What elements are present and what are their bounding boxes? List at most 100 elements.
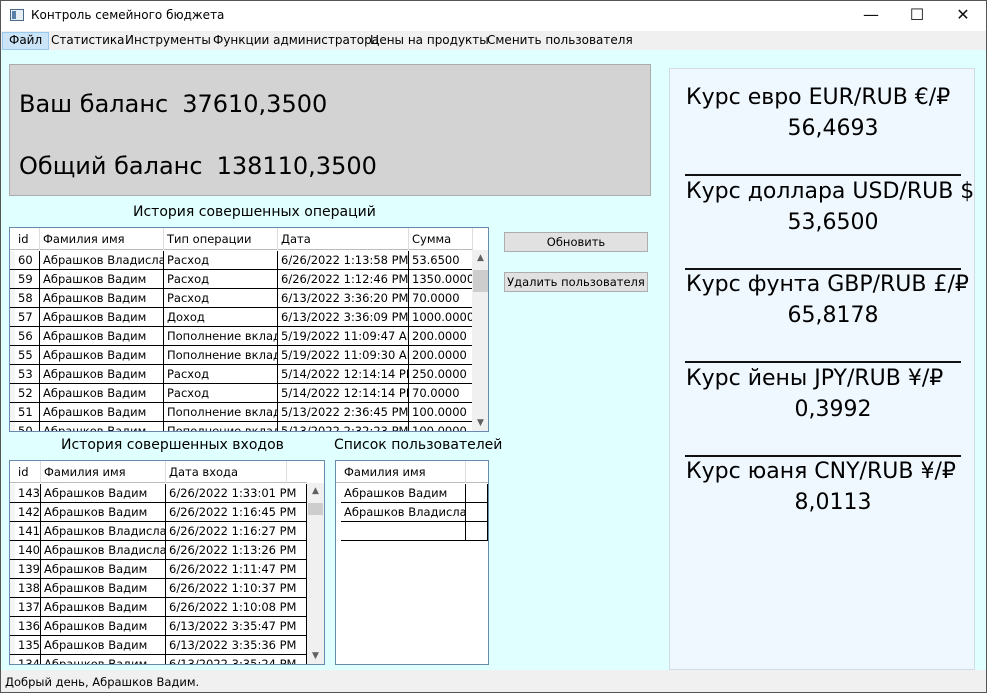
- scroll-up-icon[interactable]: ▲: [472, 250, 488, 267]
- rate-value: 56,4693: [787, 116, 879, 141]
- app-window: Контроль семейного бюджета — ☐ ✕ Файл Ст…: [0, 0, 987, 693]
- cell-login-date: 6/26/2022 1:13:26 PM: [166, 541, 307, 560]
- cell-name: Абрашков Вадим: [40, 403, 164, 422]
- rate-value: 8,0113: [794, 490, 872, 515]
- cell-date: 5/19/2022 11:09:47 AM: [278, 327, 409, 346]
- cell-operation-type: Пополнение вклада: [164, 422, 278, 431]
- delete-user-button[interactable]: Удалить пользователя: [504, 272, 648, 292]
- cell-amount: 1350.0000: [409, 270, 473, 289]
- table-row[interactable]: 57 Абрашков Вадим Доход 6/13/2022 3:36:09 P…: [10, 308, 473, 327]
- window-title: Контроль семейного бюджета: [31, 8, 225, 22]
- table-row[interactable]: 136 Абрашков Вадим 6/13/2022 3:35:47 PM: [10, 617, 307, 636]
- table-row[interactable]: 58 Абрашков Вадим Расход 6/13/2022 3:36:20 …: [10, 289, 473, 308]
- logins-scrollbar[interactable]: ▲ ▼: [307, 483, 324, 664]
- table-row[interactable]: 59 Абрашков Вадим Расход 6/26/2022 1:12:46 …: [10, 270, 473, 289]
- cell-date: 5/19/2022 11:09:30 AM: [278, 346, 409, 365]
- menu-product-prices[interactable]: Цены на продукты: [364, 32, 495, 50]
- cell-name: Абрашков Владислав: [40, 251, 164, 270]
- table-row[interactable]: 141 Абрашков Владислав 6/26/2022 1:16:27 P…: [10, 522, 307, 541]
- column-header-type[interactable]: Тип операции: [164, 228, 278, 250]
- cell-id: 53: [15, 365, 40, 384]
- app-icon: [10, 9, 24, 21]
- rate-separator: [685, 267, 961, 270]
- scroll-down-icon[interactable]: ▼: [307, 648, 324, 664]
- cell-name: Абрашков Владислав: [341, 503, 466, 522]
- column-header-name[interactable]: Фамилия имя: [40, 228, 164, 250]
- table-row[interactable]: Абрашков Вадим: [336, 484, 488, 503]
- logins-title: История совершенных входов: [61, 437, 284, 453]
- maximize-icon[interactable]: ☐: [894, 1, 940, 31]
- column-header-amount[interactable]: Сумма: [409, 228, 473, 250]
- table-row[interactable]: 140 Абрашков Владислав 6/26/2022 1:13:26 P…: [10, 541, 307, 560]
- cell-amount: 200.0000: [409, 346, 473, 365]
- minimize-icon[interactable]: —: [848, 1, 894, 31]
- menu-statistics[interactable]: Статистика: [45, 32, 131, 50]
- logins-grid[interactable]: id Фамилия имя Дата входа 143 Абрашков Ва…: [9, 460, 325, 665]
- table-row[interactable]: 50 Абрашков Вадим Пополнение вклада 5/13/20…: [10, 422, 473, 431]
- column-header-id[interactable]: id: [15, 228, 40, 250]
- operations-scrollbar[interactable]: ▲ ▼: [472, 250, 488, 431]
- column-header-name[interactable]: Фамилия имя: [341, 461, 466, 483]
- refresh-button[interactable]: Обновить: [504, 232, 648, 252]
- cell-login-date: 6/26/2022 1:33:01 PM: [166, 484, 307, 503]
- status-text: Добрый день, Абрашков Вадим.: [5, 675, 200, 689]
- scroll-down-icon[interactable]: ▼: [472, 415, 488, 431]
- cell-amount: 100.0000: [409, 403, 473, 422]
- scroll-thumb[interactable]: [308, 503, 323, 515]
- cell-name: Абрашков Вадим: [40, 308, 164, 327]
- cell-id: 56: [15, 327, 40, 346]
- cell-id: 141: [15, 522, 41, 541]
- table-row[interactable]: 52 Абрашков Вадим Расход 5/14/2022 12:14:14…: [10, 384, 473, 403]
- cell-login-date: 6/26/2022 1:16:45 PM: [166, 503, 307, 522]
- cell-id: 139: [15, 560, 41, 579]
- table-row[interactable]: Абрашков Владислав: [336, 503, 488, 522]
- users-grid[interactable]: Фамилия имя Абрашков Вадим Абрашков Влади…: [335, 460, 489, 665]
- cell-name: Абрашков Вадим: [41, 617, 166, 636]
- column-header-login-date[interactable]: Дата входа: [166, 461, 287, 483]
- table-row[interactable]: [336, 522, 488, 541]
- table-row[interactable]: 138 Абрашков Вадим 6/26/2022 1:10:37 PM: [10, 579, 307, 598]
- title-bar[interactable]: Контроль семейного бюджета — ☐ ✕: [1, 1, 986, 31]
- cell-name: Абрашков Вадим: [41, 484, 166, 503]
- table-row[interactable]: 134 Абрашков Вадим 6/13/2022 3:35:24 PM: [10, 655, 307, 664]
- cell-id: 134: [15, 655, 41, 664]
- cell-empty: [466, 503, 488, 522]
- column-header-id[interactable]: id: [15, 461, 41, 483]
- column-header-date[interactable]: Дата: [278, 228, 409, 250]
- rate-separator: [685, 454, 961, 457]
- menu-admin-functions[interactable]: Функции администратора: [207, 32, 385, 50]
- cell-name: Абрашков Вадим: [40, 422, 164, 431]
- operations-grid[interactable]: id Фамилия имя Тип операции Дата Сумма 6…: [9, 227, 489, 432]
- cell-id: 50: [15, 422, 40, 431]
- total-balance-value: 138110,3500: [216, 152, 377, 180]
- cell-amount: 70.0000: [409, 384, 473, 403]
- cell-id: 140: [15, 541, 41, 560]
- close-icon[interactable]: ✕: [940, 1, 986, 31]
- operations-title: История совершенных операций: [133, 204, 376, 220]
- cell-name: Абрашков Вадим: [41, 598, 166, 617]
- column-header-name[interactable]: Фамилия имя: [41, 461, 166, 483]
- table-row[interactable]: 143 Абрашков Вадим 6/26/2022 1:33:01 PM: [10, 484, 307, 503]
- table-row[interactable]: 56 Абрашков Вадим Пополнение вклада 5/19/20…: [10, 327, 473, 346]
- cell-id: 137: [15, 598, 41, 617]
- scroll-up-icon[interactable]: ▲: [307, 483, 324, 500]
- table-row[interactable]: 51 Абрашков Вадим Пополнение вклада 5/13/20…: [10, 403, 473, 422]
- menu-tools[interactable]: Инструменты: [119, 32, 217, 50]
- menu-switch-user[interactable]: Сменить пользователя: [481, 32, 639, 50]
- table-row[interactable]: 53 Абрашков Вадим Расход 5/14/2022 12:14:14…: [10, 365, 473, 384]
- table-row[interactable]: 137 Абрашков Вадим 6/26/2022 1:10:08 PM: [10, 598, 307, 617]
- cell-login-date: 6/26/2022 1:16:27 PM: [166, 522, 307, 541]
- cell-name: [341, 522, 466, 541]
- menu-file[interactable]: Файл: [2, 32, 50, 50]
- table-row[interactable]: 55 Абрашков Вадим Пополнение вклада 5/19/20…: [10, 346, 473, 365]
- table-row[interactable]: 60 Абрашков Владислав Расход 6/26/2022 1:13…: [10, 251, 473, 270]
- cell-date: 6/13/2022 3:36:20 PM: [278, 289, 409, 308]
- table-row[interactable]: 139 Абрашков Вадим 6/26/2022 1:11:47 PM: [10, 560, 307, 579]
- scroll-thumb[interactable]: [473, 270, 488, 292]
- cell-date: 6/13/2022 3:36:09 PM: [278, 308, 409, 327]
- cell-operation-type: Расход: [164, 289, 278, 308]
- cell-amount: 100.0000: [409, 422, 473, 431]
- table-row[interactable]: 142 Абрашков Вадим 6/26/2022 1:16:45 PM: [10, 503, 307, 522]
- cell-id: 58: [15, 289, 40, 308]
- table-row[interactable]: 135 Абрашков Вадим 6/13/2022 3:35:36 PM: [10, 636, 307, 655]
